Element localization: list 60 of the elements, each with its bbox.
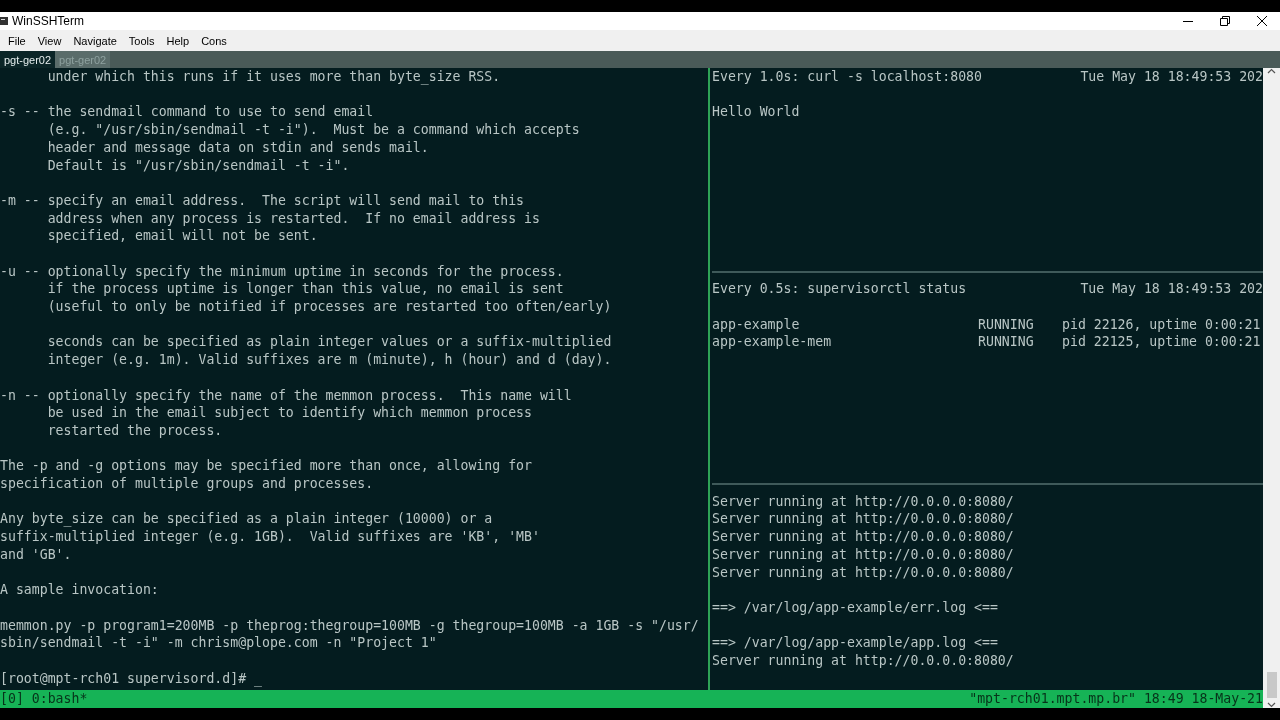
terminal-line: ==> /var/log/app-example/err.log <== bbox=[712, 598, 999, 617]
terminal-line: if the process uptime is longer than this value, no email is sent bbox=[46, 280, 565, 299]
process-state: RUNNING bbox=[978, 333, 1035, 352]
session-status: [0] 0:bash* bbox=[0, 690, 88, 708]
menu-item[interactable]: Help bbox=[160, 32, 196, 49]
watch-command: Every 0.5s: supervisorctl status bbox=[712, 280, 967, 299]
watch-command: Every 1.0s: curl -s localhost:8080 bbox=[712, 68, 982, 86]
close-icon[interactable] bbox=[1256, 16, 1267, 26]
terminal-line: integer (e.g. 1m). Valid suffixes are m (minute), h (hour) and d (day). bbox=[46, 351, 613, 369]
terminal-line: memmon.py -p program1=200MB -p theprog:thegroup=100MB -g thegroup=100MB -a 1GB -s "/usr/ bbox=[0, 616, 700, 635]
terminal-line: header and message data on stdin and sends mail. bbox=[46, 138, 430, 157]
window-title: WinSSHTerm bbox=[12, 14, 84, 28]
terminal-line: [root@mpt-rch01 supervisord.d]# _ bbox=[0, 669, 263, 688]
watch-time: Tue May 18 18:49:53 202 bbox=[1080, 280, 1263, 299]
terminal-line: be used in the email subject to identify which memmon process bbox=[46, 404, 533, 422]
process-name: app-example-mem bbox=[712, 333, 833, 352]
terminal-line: Server running at http://0.0.0.0:8080/ bbox=[712, 652, 1015, 670]
terminal-line: specification of multiple groups and processes. bbox=[0, 475, 375, 493]
process-state: RUNNING bbox=[978, 315, 1035, 334]
session-tab[interactable]: pgt-ger02 bbox=[0, 51, 56, 68]
terminal-line: The -p and -g options may be specified more than once, allowing for bbox=[0, 457, 533, 476]
terminal-line: restarted the process. bbox=[46, 422, 224, 440]
terminal-line: under which this runs if it uses more than byte_size RSS. bbox=[46, 68, 502, 86]
host-status: "mpt-rch01.mpt.mp.br" 18:49 18-May-21 bbox=[969, 690, 1263, 708]
terminal-line: Server running at http://0.0.0.0:8080/ bbox=[712, 563, 1015, 582]
terminal-line: and 'GB'. bbox=[0, 545, 73, 564]
terminal-line: address when any process is restarted. If no email address is bbox=[46, 209, 541, 228]
process-info: pid 22125, uptime 0:00:21 bbox=[1062, 333, 1262, 352]
menu-item[interactable]: Cons bbox=[195, 32, 233, 49]
scroll-thumb[interactable] bbox=[1266, 672, 1277, 698]
terminal-line: sbin/sendmail -t -i" -m chrism@plope.com -n "Project 1" bbox=[0, 634, 438, 653]
terminal-line: Server running at http://0.0.0.0:8080/ bbox=[712, 528, 1015, 546]
terminal-line: -m -- specify an email address. The script will send mail to this bbox=[0, 191, 525, 210]
menu-item[interactable]: View bbox=[31, 32, 68, 49]
terminal-line: (e.g. "/usr/sbin/sendmail -t -i"). Must be a command which accepts bbox=[46, 121, 581, 139]
terminal-line: (useful to only be notified if processes are restarted too often/early) bbox=[46, 298, 613, 316]
process-info: pid 22126, uptime 0:00:21 bbox=[1062, 315, 1262, 334]
terminal-line: -s -- the sendmail command to use to send email bbox=[0, 103, 375, 122]
watch-time: Tue May 18 18:49:53 202 bbox=[1080, 68, 1263, 86]
menu-item[interactable]: Tools bbox=[122, 32, 161, 49]
terminal-line: -n -- optionally specify the name of the memmon process. This name will bbox=[0, 386, 573, 405]
terminal-line: Server running at http://0.0.0.0:8080/ bbox=[712, 510, 1015, 529]
scroll-up-icon[interactable] bbox=[1267, 68, 1276, 74]
process-name: app-example bbox=[712, 315, 801, 334]
menu-item[interactable]: File bbox=[2, 32, 32, 49]
terminal-line: Server running at http://0.0.0.0:8080/ bbox=[712, 492, 1015, 511]
terminal-line: specified, email will not be sent. bbox=[46, 227, 319, 245]
terminal-line: ==> /var/log/app-example/app.log <== bbox=[712, 634, 999, 653]
terminal-line: suffix-multiplied integer (e.g. 1GB). Valid suffixes are 'KB', 'MB' bbox=[0, 528, 541, 546]
terminal-line: Hello World bbox=[712, 103, 801, 122]
restore-icon[interactable] bbox=[1219, 16, 1230, 26]
terminal-line: -u -- optionally specify the minimum uptime in seconds for the process. bbox=[0, 262, 565, 281]
terminal-line: seconds can be specified as plain integer values or a suffix-multiplied bbox=[46, 333, 613, 352]
terminal-icon bbox=[0, 16, 8, 26]
terminal-line: Server running at http://0.0.0.0:8080/ bbox=[712, 545, 1015, 564]
terminal-line: Any byte_size can be specified as a plain integer (10000) or a bbox=[0, 510, 494, 529]
menu-item[interactable]: Navigate bbox=[67, 32, 123, 49]
terminal-line: A sample invocation: bbox=[0, 581, 160, 599]
scroll-down-icon[interactable] bbox=[1267, 702, 1276, 708]
terminal-line: Default is "/usr/sbin/sendmail -t -i". bbox=[46, 156, 351, 175]
